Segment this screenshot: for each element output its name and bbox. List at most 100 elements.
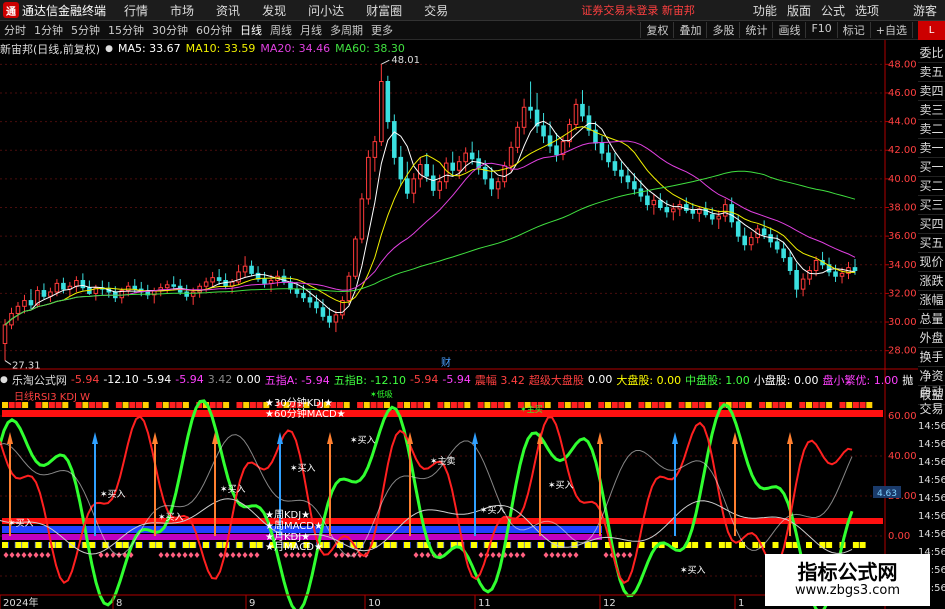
candle-body — [398, 156, 404, 180]
period-tab-1[interactable]: 1分钟 — [34, 22, 63, 38]
candle-body — [392, 121, 397, 158]
menu-item-quotes[interactable]: 行情 — [124, 2, 148, 19]
status-cell — [511, 402, 518, 408]
side-item-4: 卖二 — [918, 120, 945, 139]
menu-item-ask[interactable]: 问小达 — [308, 2, 344, 19]
menu-item-news[interactable]: 资讯 — [216, 2, 240, 19]
diamond-mark — [520, 552, 526, 558]
auto-trade-label[interactable]: 自动交易 — [918, 384, 945, 418]
status-cell — [256, 542, 263, 548]
status-cell — [524, 542, 531, 548]
watermark-title: 指标公式网 — [797, 560, 898, 584]
menu-item-trade[interactable]: 交易 — [424, 2, 448, 19]
candle-body — [379, 81, 384, 143]
trade-login-warning[interactable]: 证券交易未登录 新宙邦 — [581, 2, 695, 18]
status-cell — [216, 542, 223, 548]
status-cell — [852, 542, 859, 548]
diamond-mark — [615, 552, 621, 558]
diamond-mark — [425, 552, 431, 558]
buy-label-8: ✶买入 — [680, 565, 706, 576]
status-cell — [444, 542, 451, 548]
status-cell — [779, 402, 786, 408]
period-tab-10[interactable]: 更多 — [371, 22, 393, 38]
period-tab-4[interactable]: 30分钟 — [152, 22, 188, 38]
candle-body — [22, 300, 27, 307]
status-cell — [142, 402, 149, 408]
price-tick-label: 44.00 — [888, 117, 917, 128]
candle-body — [651, 199, 657, 206]
status-cell — [571, 402, 578, 408]
tool-button-5[interactable]: F10 — [805, 22, 836, 38]
status-cell — [672, 402, 678, 408]
status-cell — [806, 542, 812, 548]
diamond-mark — [176, 552, 182, 558]
status-cell — [598, 402, 605, 408]
signal-arrow-head — [327, 432, 333, 444]
side-item-2: 卖四 — [918, 82, 945, 101]
status-cell — [22, 542, 29, 548]
status-cell — [739, 542, 745, 548]
tool-button-6[interactable]: 标记 — [836, 22, 870, 38]
candle-body — [359, 198, 365, 240]
menu-item-market[interactable]: 市场 — [170, 2, 194, 19]
status-cell — [243, 542, 250, 548]
status-cell — [511, 542, 518, 548]
menu-item-community[interactable]: 财富圈 — [366, 2, 402, 19]
sub-dot-icon: ● — [0, 374, 8, 385]
period-tab-9[interactable]: 多周期 — [330, 22, 363, 38]
sub-value-13: 大盘股: 0.00 — [616, 373, 682, 387]
period-tab-6[interactable]: 日线 — [240, 22, 262, 38]
tool-button-2[interactable]: 多股 — [706, 22, 739, 38]
menu-item-layout[interactable]: 版面 — [787, 2, 811, 19]
kline-chart[interactable]: 48.00 46.00 44.00 42.00 40.00 38.00 36.00 34.00… — [0, 40, 918, 609]
tool-button-4[interactable]: 画线 — [772, 22, 805, 38]
status-cell — [645, 402, 652, 408]
period-tab-7[interactable]: 周线 — [270, 22, 292, 38]
status-cell — [551, 402, 558, 408]
status-cell — [866, 402, 873, 408]
candle-body — [807, 270, 812, 280]
status-cell — [115, 402, 122, 408]
period-tab-0[interactable]: 分时 — [4, 22, 26, 38]
sub-value-1: -12.10 — [103, 373, 139, 386]
status-cell — [698, 542, 705, 548]
period-tab-8[interactable]: 月线 — [300, 22, 322, 38]
status-cell — [625, 402, 632, 408]
period-tab-3[interactable]: 15分钟 — [108, 22, 144, 38]
menu-item-function[interactable]: 功能 — [753, 2, 777, 19]
status-cell — [832, 402, 839, 408]
side-item-10: 买五 — [918, 234, 945, 253]
price-tick-label: 42.00 — [888, 145, 917, 156]
user-label[interactable]: 游客 — [913, 2, 937, 19]
menu-item-options[interactable]: 选项 — [855, 2, 879, 19]
sub-value-12: 0.00 — [587, 373, 613, 386]
status-cell — [430, 542, 437, 548]
status-cell — [203, 542, 209, 548]
period-tab-5[interactable]: 60分钟 — [196, 22, 232, 38]
indicator-label-0: 日线RSI3 KDJ W — [14, 390, 90, 403]
menu-item-discover[interactable]: 发现 — [262, 2, 286, 19]
sub-value-8: -5.94 — [409, 373, 439, 386]
candle-body — [437, 181, 443, 191]
tool-button-7[interactable]: +自选 — [869, 22, 912, 38]
status-cell — [846, 402, 853, 408]
status-cell — [109, 402, 116, 408]
candle-body — [632, 181, 637, 190]
status-cell — [156, 542, 163, 548]
price-tick-label: 48.00 — [888, 59, 917, 70]
status-cell — [142, 542, 149, 548]
diamond-mark — [573, 552, 579, 558]
status-cell — [162, 542, 169, 548]
status-cell — [397, 542, 404, 548]
tool-button-1[interactable]: 叠加 — [673, 22, 706, 38]
status-cell — [698, 402, 705, 408]
menu-item-formula[interactable]: 公式 — [821, 2, 845, 19]
candle-body — [833, 271, 838, 277]
period-tab-2[interactable]: 5分钟 — [71, 22, 100, 38]
candle-body — [171, 284, 176, 287]
sub-value-0: -5.94 — [70, 373, 100, 386]
tool-button-3[interactable]: 统计 — [739, 22, 772, 38]
tool-button-0[interactable]: 复权 — [640, 22, 673, 38]
candle-body — [606, 152, 611, 163]
status-cell — [631, 402, 638, 408]
